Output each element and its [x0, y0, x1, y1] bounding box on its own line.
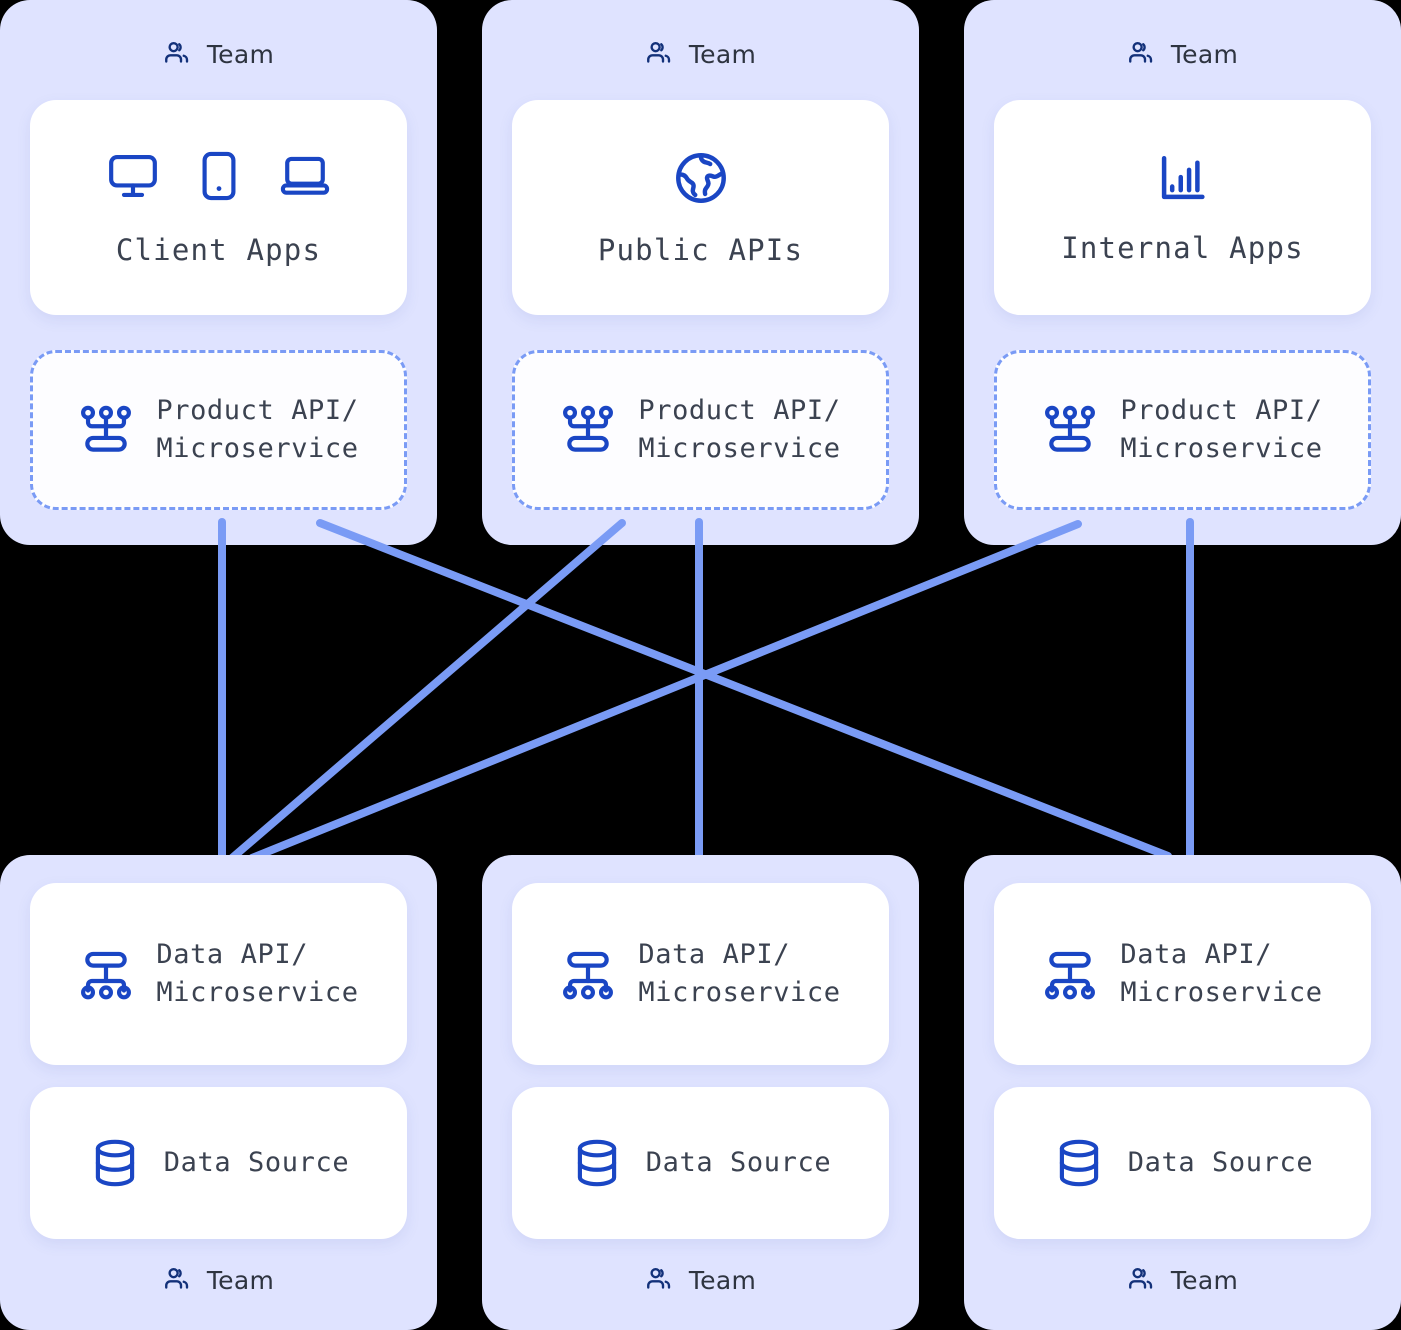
card-title: Data Source: [1127, 1146, 1314, 1178]
hierarchy-up-icon: [78, 402, 134, 458]
team-panel-client-apps: Team Client Apps Product API/ Microservi…: [0, 0, 437, 545]
card-title: Product API/ Microservice: [1120, 394, 1323, 464]
card-data-source-1[interactable]: Data Source: [30, 1087, 407, 1239]
team-label-text: Team: [1170, 1265, 1239, 1295]
wire-product2-data1: [228, 519, 626, 862]
team-panel-data-2: Data API/ Microservice Data Source Team: [482, 855, 919, 1330]
team-label-text: Team: [688, 1265, 757, 1295]
team-panel-data-1: Data API/ Microservice Data Source Team: [0, 855, 437, 1330]
team-label-bottom-3: Team: [964, 1252, 1401, 1308]
users-icon: [1127, 39, 1157, 69]
card-public-apis[interactable]: Public APIs: [512, 100, 889, 315]
team-label-text: Team: [206, 1265, 275, 1295]
team-label-bottom-2: Team: [482, 1252, 919, 1308]
team-panel-public-apis: Team Public APIs Product API/ Microservi…: [482, 0, 919, 545]
card-title: Product API/ Microservice: [156, 394, 359, 464]
card-data-api-2[interactable]: Data API/ Microservice: [512, 883, 889, 1065]
card-internal-apps[interactable]: Internal Apps: [994, 100, 1371, 315]
database-icon: [1052, 1136, 1106, 1190]
team-panel-internal-apps: Team Internal Apps Product API/ Microser…: [964, 0, 1401, 545]
globe-icon: [672, 149, 730, 207]
database-icon: [88, 1136, 142, 1190]
team-label-text: Team: [206, 39, 275, 69]
card-product-api-2[interactable]: Product API/ Microservice: [512, 350, 889, 510]
card-title: Data API/ Microservice: [638, 938, 841, 1008]
phone-icon: [192, 149, 246, 207]
team-label-bottom-1: Team: [0, 1252, 437, 1308]
card-data-api-3[interactable]: Data API/ Microservice: [994, 883, 1371, 1065]
team-label-top-1: Team: [0, 26, 437, 82]
card-data-source-3[interactable]: Data Source: [994, 1087, 1371, 1239]
team-panel-data-3: Data API/ Microservice Data Source Team: [964, 855, 1401, 1330]
users-icon: [645, 1265, 675, 1295]
team-label-text: Team: [688, 39, 757, 69]
monitor-icon: [106, 149, 160, 207]
users-icon: [163, 39, 193, 69]
hierarchy-up-icon: [1042, 402, 1098, 458]
team-label-text: Team: [1170, 39, 1239, 69]
card-data-api-1[interactable]: Data API/ Microservice: [30, 883, 407, 1065]
card-product-api-3[interactable]: Product API/ Microservice: [994, 350, 1371, 510]
card-title: Client Apps: [115, 232, 322, 267]
users-icon: [645, 39, 675, 69]
wire-product3-data1: [248, 520, 1082, 862]
users-icon: [1127, 1265, 1157, 1295]
card-title: Data Source: [645, 1146, 832, 1178]
card-title: Public APIs: [597, 232, 804, 267]
team-label-top-2: Team: [482, 26, 919, 82]
card-title: Product API/ Microservice: [638, 394, 841, 464]
card-title: Data API/ Microservice: [156, 938, 359, 1008]
card-product-api-1[interactable]: Product API/ Microservice: [30, 350, 407, 510]
hierarchy-up-icon: [560, 402, 616, 458]
architecture-diagram: Team Client Apps Product API/ Microservi…: [0, 0, 1401, 1330]
hierarchy-down-icon: [1042, 946, 1098, 1002]
team-label-top-3: Team: [964, 26, 1401, 82]
card-data-source-2[interactable]: Data Source: [512, 1087, 889, 1239]
bar-chart-icon: [1156, 151, 1210, 205]
wire-product1-data3: [316, 519, 1172, 860]
card-title: Data API/ Microservice: [1120, 938, 1323, 1008]
card-client-apps[interactable]: Client Apps: [30, 100, 407, 315]
database-icon: [570, 1136, 624, 1190]
card-title: Data Source: [163, 1146, 350, 1178]
users-icon: [163, 1265, 193, 1295]
card-title: Internal Apps: [1061, 230, 1304, 265]
laptop-icon: [278, 149, 332, 207]
hierarchy-down-icon: [560, 946, 616, 1002]
hierarchy-down-icon: [78, 946, 134, 1002]
client-device-icons: [106, 149, 332, 207]
